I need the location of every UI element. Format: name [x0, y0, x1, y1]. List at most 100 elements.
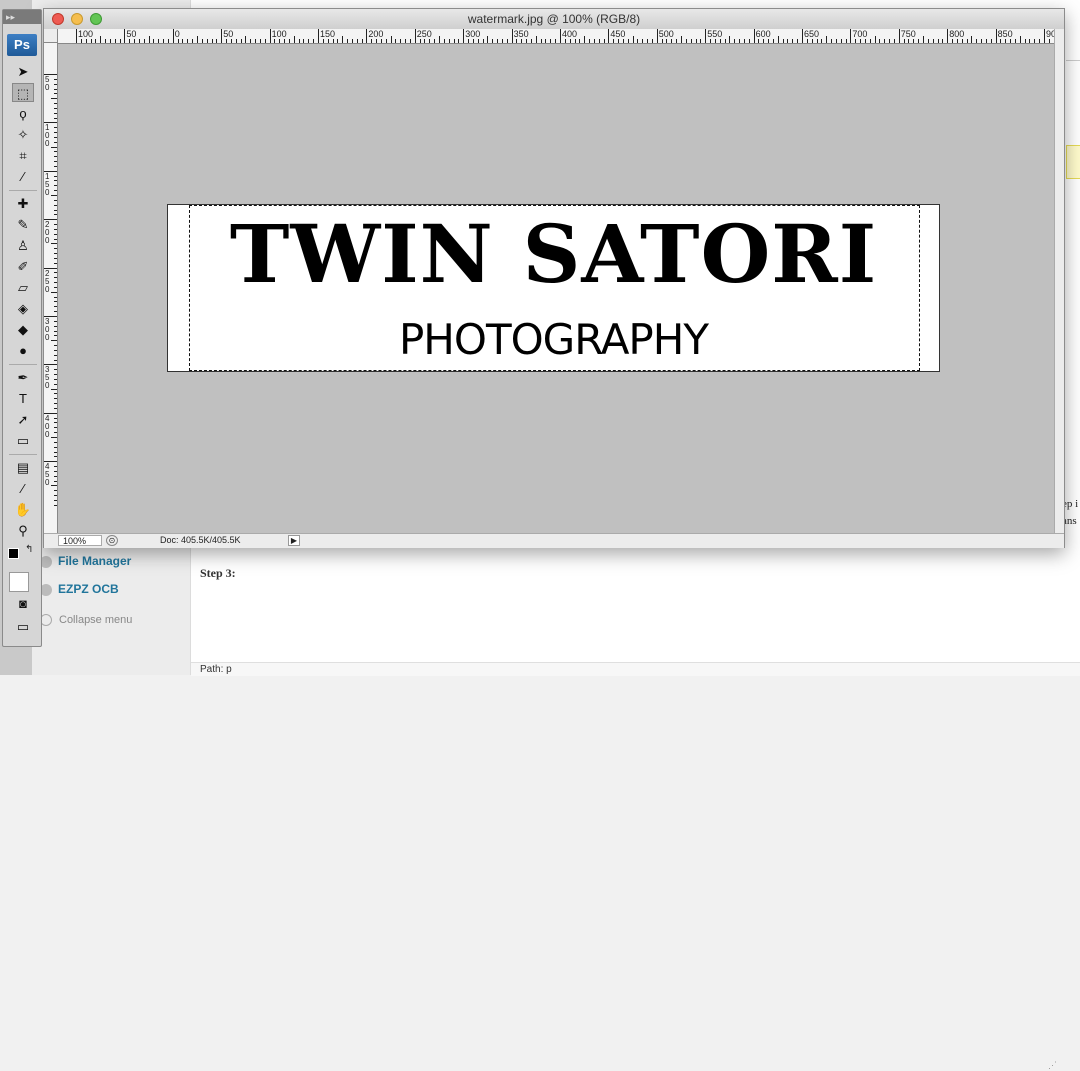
menu-file-manager[interactable]: File Manager	[58, 554, 131, 568]
ruler-major-tick	[512, 29, 513, 43]
status-menu-arrow-icon[interactable]: ▶	[288, 535, 300, 546]
screen-mode-icon[interactable]: ▭	[12, 617, 34, 636]
document-canvas[interactable]: TWIN SATORI PHOTOGRAPHY	[167, 204, 940, 372]
foreground-color-swatch[interactable]	[9, 572, 29, 592]
default-colors-icon[interactable]	[8, 548, 19, 559]
collapse-menu-link[interactable]: Collapse menu	[59, 614, 132, 626]
magic-wand-tool-icon[interactable]: ✧	[12, 125, 34, 144]
ruler-major-tick	[221, 29, 222, 43]
canvas-area[interactable]: TWIN SATORI PHOTOGRAPHY	[58, 44, 1054, 533]
pen-tool-icon[interactable]: ✒	[12, 368, 34, 387]
ruler-minor-tick	[604, 39, 605, 43]
crop-tool-icon[interactable]: ⌗	[12, 146, 34, 165]
eraser-tool-icon[interactable]: ▱	[12, 278, 34, 297]
ruler-minor-tick	[633, 36, 634, 43]
window-titlebar[interactable]: watermark.jpg @ 100% (RGB/8)	[44, 9, 1064, 30]
zoom-level-field[interactable]: 100%	[58, 535, 102, 546]
ruler-minor-tick	[1039, 39, 1040, 43]
ruler-minor-tick	[763, 39, 764, 43]
ruler-label: 650	[804, 29, 819, 39]
ruler-minor-tick	[637, 39, 638, 43]
ruler-minor-tick	[226, 39, 227, 43]
ruler-major-tick	[657, 29, 658, 43]
ruler-minor-tick	[526, 39, 527, 43]
ruler-minor-tick	[444, 39, 445, 43]
path-selection-tool-icon[interactable]: ➚	[12, 410, 34, 429]
quick-mask-icon[interactable]: ◙	[12, 594, 34, 613]
ruler-minor-tick	[545, 39, 546, 43]
ruler-minor-tick	[357, 39, 358, 43]
ruler-minor-tick	[758, 39, 759, 43]
ruler-minor-tick	[410, 39, 411, 43]
ruler-label: 100	[272, 29, 287, 39]
ruler-minor-tick	[51, 389, 58, 390]
ruler-minor-tick	[971, 36, 972, 43]
ruler-minor-tick	[913, 39, 914, 43]
type-tool-icon[interactable]: T	[12, 389, 34, 408]
zoom-tool-icon[interactable]: ⚲	[12, 521, 34, 540]
history-brush-tool-icon[interactable]: ✐	[12, 257, 34, 276]
ruler-minor-tick	[192, 39, 193, 43]
horizontal-ruler[interactable]: 1005005010015020025030035040045050055060…	[58, 29, 1054, 44]
ruler-minor-tick	[386, 39, 387, 43]
ruler-minor-tick	[613, 39, 614, 43]
ruler-minor-tick	[710, 39, 711, 43]
ruler-minor-tick	[1000, 39, 1001, 43]
ruler-minor-tick	[594, 39, 595, 43]
ruler-major-tick	[947, 29, 948, 43]
ruler-minor-tick	[531, 39, 532, 43]
ruler-minor-tick	[333, 39, 334, 43]
ruler-minor-tick	[51, 98, 58, 99]
ruler-minor-tick	[787, 39, 788, 43]
ruler-minor-tick	[129, 39, 130, 43]
dodge-tool-icon[interactable]: ●	[12, 341, 34, 360]
blur-tool-icon[interactable]: ◆	[12, 320, 34, 339]
photoshop-logo[interactable]: Ps	[7, 34, 37, 56]
ruler-minor-tick	[420, 39, 421, 43]
ruler-minor-tick	[478, 39, 479, 43]
resize-grip-icon[interactable]: ⋰	[1048, 1060, 1060, 1070]
vertical-ruler[interactable]: 50100150200250300350400450	[44, 43, 58, 533]
move-tool-icon[interactable]: ➤	[12, 62, 34, 81]
brush-tool-icon[interactable]: ✎	[12, 215, 34, 234]
ruler-minor-tick	[681, 36, 682, 43]
marquee-tool-icon[interactable]: ⬚	[12, 83, 34, 102]
ruler-minor-tick	[454, 39, 455, 43]
ruler-major-tick	[366, 29, 367, 43]
eyedropper-tool-2-icon[interactable]: ⁄	[12, 479, 34, 498]
paint-bucket-tool-icon[interactable]: ◈	[12, 299, 34, 318]
ruler-major-tick	[560, 29, 561, 43]
ruler-minor-tick	[51, 195, 58, 196]
lasso-tool-icon[interactable]: ϙ	[12, 104, 34, 123]
vertical-scrollbar[interactable]	[1054, 29, 1064, 533]
ruler-minor-tick	[376, 39, 377, 43]
ruler-label: 100	[45, 124, 53, 148]
healing-brush-tool-icon[interactable]: ✚	[12, 194, 34, 213]
eyedropper-tool-icon[interactable]: ⁄	[12, 167, 34, 186]
ruler-minor-tick	[889, 39, 890, 43]
ruler-minor-tick	[51, 147, 58, 148]
ruler-minor-tick	[666, 39, 667, 43]
panel-grip[interactable]: ▸▸	[3, 10, 41, 24]
ruler-major-tick	[899, 29, 900, 43]
ruler-minor-tick	[424, 39, 425, 43]
ruler-origin[interactable]	[44, 29, 58, 43]
ruler-minor-tick	[821, 39, 822, 43]
document-size: Doc: 405.5K/405.5K	[160, 535, 241, 545]
ruler-minor-tick	[923, 36, 924, 43]
ruler-minor-tick	[550, 39, 551, 43]
ruler-minor-tick	[197, 36, 198, 43]
hand-tool-icon[interactable]: ✋	[12, 500, 34, 519]
menu-ezpz-ocb[interactable]: EZPZ OCB	[58, 582, 119, 596]
status-info-icon[interactable]: ⊙	[106, 535, 118, 546]
clone-stamp-tool-icon[interactable]: ♙	[12, 236, 34, 255]
ruler-minor-tick	[86, 39, 87, 43]
ruler-label: 300	[45, 318, 53, 342]
rectangle-tool-icon[interactable]: ▭	[12, 431, 34, 450]
swap-colors-icon[interactable]: ↰	[25, 544, 33, 555]
ruler-minor-tick	[729, 36, 730, 43]
ruler-minor-tick	[51, 340, 58, 341]
notes-tool-icon[interactable]: ▤	[12, 458, 34, 477]
selection-marquee[interactable]	[189, 205, 920, 371]
ruler-major-tick	[754, 29, 755, 43]
